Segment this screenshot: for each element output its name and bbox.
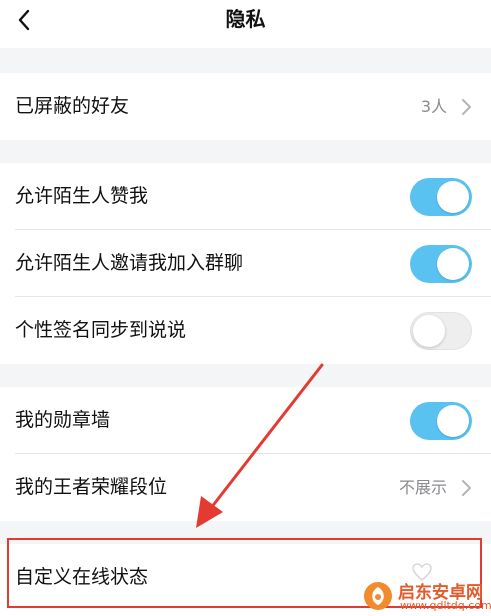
blocked-friends-row[interactable]: 已屏蔽的好友 3人 [0,73,491,140]
signature-sync-toggle[interactable] [410,312,472,350]
medal-wall-toggle[interactable] [410,402,472,440]
allow-stranger-invite-label: 允许陌生人邀请我加入群聊 [15,252,244,274]
game-rank-value: 不展示 [398,478,447,497]
medal-wall-label: 我的勋章墙 [15,409,111,431]
game-rank-row[interactable]: 我的王者荣耀段位 不展示 [0,454,491,521]
game-rank-label: 我的王者荣耀段位 [15,476,168,498]
watermark-url: www.qdltdq.com [400,599,491,612]
watermark-logo-icon [364,582,392,610]
chevron-right-icon [462,99,471,115]
allow-stranger-like-label: 允许陌生人赞我 [15,185,149,207]
allow-stranger-invite-toggle[interactable] [410,245,472,283]
blocked-friends-count: 3人 [420,97,447,116]
profile-group: 我的勋章墙 我的王者荣耀段位 不展示 [0,387,491,521]
chevron-right-icon [462,480,471,496]
toggle-knob [437,405,469,437]
blocked-friends-label: 已屏蔽的好友 [15,95,130,117]
stranger-group: 允许陌生人赞我 允许陌生人邀请我加入群聊 个性签名同步到说说 [0,163,491,364]
watermark: 启东安卓网 www.qdltdq.com [362,578,491,614]
allow-stranger-invite-row: 允许陌生人邀请我加入群聊 [0,230,491,297]
toggle-knob [437,181,469,213]
toggle-knob [413,315,445,347]
signature-sync-label: 个性签名同步到说说 [15,319,187,341]
page-title: 隐私 [225,7,266,31]
allow-stranger-like-toggle[interactable] [410,178,472,216]
custom-online-status-label: 自定义在线状态 [15,566,149,588]
medal-wall-row: 我的勋章墙 [0,387,491,454]
nav-bar: 隐私 [0,0,491,48]
blocked-group: 已屏蔽的好友 3人 [0,73,491,140]
signature-sync-row: 个性签名同步到说说 [0,297,491,364]
allow-stranger-like-row: 允许陌生人赞我 [0,163,491,230]
toggle-knob [437,248,469,280]
